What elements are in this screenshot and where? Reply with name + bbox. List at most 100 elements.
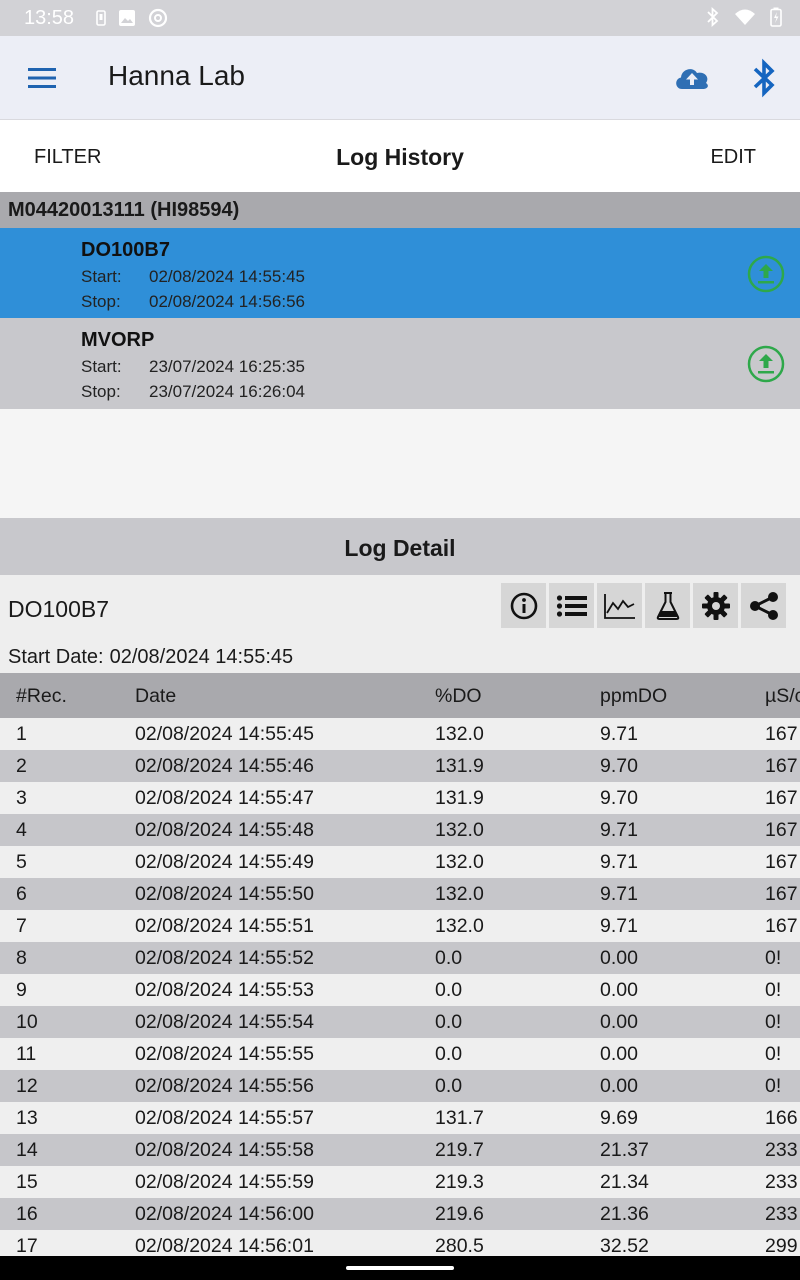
system-status-icons bbox=[706, 6, 782, 32]
share-button[interactable] bbox=[741, 583, 786, 628]
upload-log-button[interactable] bbox=[746, 344, 786, 384]
cloud-upload-button[interactable] bbox=[672, 62, 712, 94]
cell-date: 02/08/2024 14:55:58 bbox=[135, 1139, 314, 1161]
column-header-date: Date bbox=[135, 685, 177, 707]
log-start-row: Start: 02/08/2024 14:55:45 bbox=[81, 267, 305, 287]
cell-date: 02/08/2024 14:56:01 bbox=[135, 1235, 314, 1256]
cell-rec: 15 bbox=[16, 1171, 38, 1193]
table-row[interactable]: 12 02/08/2024 14:55:56 0.0 0.00 0! bbox=[0, 1070, 800, 1102]
info-button[interactable] bbox=[501, 583, 546, 628]
table-row[interactable]: 14 02/08/2024 14:55:58 219.7 21.37 233 bbox=[0, 1134, 800, 1166]
log-start-row: Start: 23/07/2024 16:25:35 bbox=[81, 357, 305, 377]
flask-icon bbox=[656, 591, 679, 620]
table-row[interactable]: 2 02/08/2024 14:55:46 131.9 9.70 167 bbox=[0, 750, 800, 782]
column-header-pct-do: %DO bbox=[435, 685, 482, 707]
cell-date: 02/08/2024 14:55:55 bbox=[135, 1043, 314, 1065]
column-header-rec: #Rec. bbox=[16, 685, 67, 707]
bluetooth-button[interactable] bbox=[748, 56, 780, 100]
cell-date: 02/08/2024 14:55:59 bbox=[135, 1171, 314, 1193]
cell-pct-do: 0.0 bbox=[435, 1011, 463, 1033]
log-name: MVORP bbox=[81, 329, 155, 351]
upload-log-button[interactable] bbox=[746, 254, 786, 294]
list-view-button[interactable] bbox=[549, 583, 594, 628]
cell-ppm-do: 21.37 bbox=[600, 1139, 649, 1161]
at-icon bbox=[148, 8, 168, 33]
table-row[interactable]: 16 02/08/2024 14:56:00 219.6 21.36 233 bbox=[0, 1198, 800, 1230]
cell-date: 02/08/2024 14:55:54 bbox=[135, 1011, 314, 1033]
table-row[interactable]: 6 02/08/2024 14:55:50 132.0 9.71 167 bbox=[0, 878, 800, 910]
log-data-table[interactable]: #Rec. Date %DO ppmDO µS/c 1 02/08/2024 14… bbox=[0, 673, 800, 1256]
table-row[interactable]: 11 02/08/2024 14:55:55 0.0 0.00 0! bbox=[0, 1038, 800, 1070]
graph-view-button[interactable] bbox=[597, 583, 642, 628]
cell-date: 02/08/2024 14:55:52 bbox=[135, 947, 314, 969]
log-name: DO100B7 bbox=[81, 239, 170, 261]
cell-conductivity: 0! bbox=[765, 1011, 782, 1033]
table-row[interactable]: 10 02/08/2024 14:55:54 0.0 0.00 0! bbox=[0, 1006, 800, 1038]
column-header-conductivity: µS/c bbox=[765, 685, 800, 707]
table-header: #Rec. Date %DO ppmDO µS/c bbox=[0, 673, 800, 718]
page-title: Log History bbox=[336, 144, 464, 170]
cell-conductivity: 299 bbox=[765, 1235, 798, 1256]
cell-ppm-do: 0.00 bbox=[600, 1043, 638, 1065]
hamburger-menu-icon bbox=[28, 68, 56, 88]
info-icon bbox=[510, 592, 537, 619]
settings-button[interactable] bbox=[693, 583, 738, 628]
edit-button[interactable]: EDIT bbox=[710, 146, 756, 169]
table-row[interactable]: 4 02/08/2024 14:55:48 132.0 9.71 167 bbox=[0, 814, 800, 846]
share-icon bbox=[749, 591, 778, 620]
cell-conductivity: 0! bbox=[765, 1075, 782, 1097]
home-gesture-handle[interactable] bbox=[346, 1266, 454, 1270]
cell-rec: 2 bbox=[16, 755, 27, 777]
cell-conductivity: 167 bbox=[765, 755, 798, 777]
start-label: Start: bbox=[81, 267, 122, 286]
detail-start-date: Start Date: 02/08/2024 14:55:45 bbox=[8, 646, 293, 669]
log-item[interactable]: DO100B7 Start: 02/08/2024 14:55:45 Stop: 0… bbox=[0, 228, 800, 319]
cell-date: 02/08/2024 14:55:48 bbox=[135, 819, 314, 841]
table-row[interactable]: 13 02/08/2024 14:55:57 131.7 9.69 166 bbox=[0, 1102, 800, 1134]
cell-date: 02/08/2024 14:55:51 bbox=[135, 915, 314, 937]
app-title: Hanna Lab bbox=[108, 60, 246, 91]
gear-icon bbox=[701, 591, 730, 620]
table-row[interactable]: 9 02/08/2024 14:55:53 0.0 0.00 0! bbox=[0, 974, 800, 1006]
start-label: Start: bbox=[81, 357, 122, 376]
cell-ppm-do: 9.70 bbox=[600, 755, 638, 777]
cell-rec: 7 bbox=[16, 915, 27, 937]
table-row[interactable]: 15 02/08/2024 14:55:59 219.3 21.34 233 bbox=[0, 1166, 800, 1198]
navigation-bar bbox=[0, 1256, 800, 1280]
cell-pct-do: 219.7 bbox=[435, 1139, 484, 1161]
cell-ppm-do: 9.71 bbox=[600, 915, 638, 937]
table-row[interactable]: 3 02/08/2024 14:55:47 131.9 9.70 167 bbox=[0, 782, 800, 814]
cell-date: 02/08/2024 14:56:00 bbox=[135, 1203, 314, 1225]
start-date-label: Start Date: bbox=[8, 646, 104, 668]
notification-icons bbox=[96, 8, 168, 33]
bluetooth-icon bbox=[753, 58, 775, 98]
cell-ppm-do: 0.00 bbox=[600, 1011, 638, 1033]
image-icon bbox=[118, 9, 136, 32]
cell-pct-do: 131.9 bbox=[435, 787, 484, 809]
cell-conductivity: 0! bbox=[765, 947, 782, 969]
cell-pct-do: 131.7 bbox=[435, 1107, 484, 1129]
menu-button[interactable] bbox=[22, 62, 62, 94]
cell-ppm-do: 9.71 bbox=[600, 883, 638, 905]
start-date-value: 02/08/2024 14:55:45 bbox=[109, 646, 294, 668]
calibration-button[interactable] bbox=[645, 583, 690, 628]
cell-pct-do: 132.0 bbox=[435, 819, 484, 841]
table-row[interactable]: 17 02/08/2024 14:56:01 280.5 32.52 299 bbox=[0, 1230, 800, 1256]
cell-conductivity: 233 bbox=[765, 1139, 798, 1161]
cell-conductivity: 167 bbox=[765, 787, 798, 809]
cell-pct-do: 0.0 bbox=[435, 979, 463, 1001]
table-row[interactable]: 5 02/08/2024 14:55:49 132.0 9.71 167 bbox=[0, 846, 800, 878]
cell-date: 02/08/2024 14:55:45 bbox=[135, 723, 314, 745]
table-row[interactable]: 8 02/08/2024 14:55:52 0.0 0.00 0! bbox=[0, 942, 800, 974]
table-row[interactable]: 1 02/08/2024 14:55:45 132.0 9.71 167 bbox=[0, 718, 800, 750]
log-item[interactable]: MVORP Start: 23/07/2024 16:25:35 Stop: 23/… bbox=[0, 318, 800, 409]
cell-rec: 11 bbox=[16, 1043, 37, 1065]
cell-pct-do: 132.0 bbox=[435, 851, 484, 873]
cell-conductivity: 167 bbox=[765, 723, 798, 745]
cell-rec: 16 bbox=[16, 1203, 38, 1225]
table-body: 1 02/08/2024 14:55:45 132.0 9.71 167 2 02/08/2… bbox=[0, 718, 800, 1256]
table-row[interactable]: 7 02/08/2024 14:55:51 132.0 9.71 167 bbox=[0, 910, 800, 942]
cell-conductivity: 233 bbox=[765, 1203, 798, 1225]
cell-conductivity: 233 bbox=[765, 1171, 798, 1193]
column-header-ppm-do: ppmDO bbox=[600, 685, 668, 707]
